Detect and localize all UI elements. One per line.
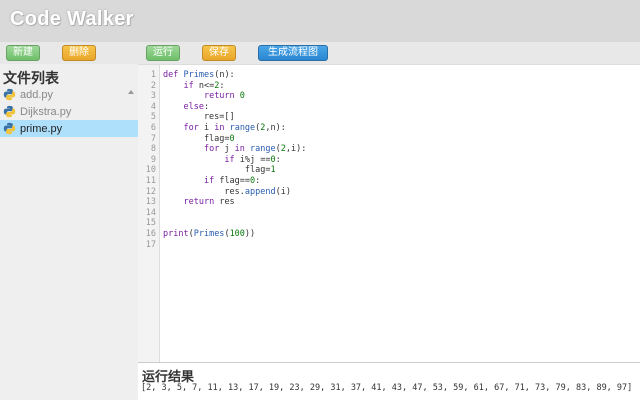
save-button[interactable]: 保存 (202, 45, 236, 61)
line-number: 10 (145, 165, 156, 176)
file-item-prime[interactable]: prime.py (0, 120, 138, 137)
file-name: prime.py (20, 122, 63, 135)
result-output: [2, 3, 5, 7, 11, 13, 17, 19, 23, 29, 31,… (141, 383, 633, 393)
code-line[interactable]: def Primes(n): (163, 70, 235, 80)
code-line[interactable]: res.append(i) (163, 187, 291, 197)
line-number: 5 (150, 112, 156, 123)
generate-flowchart-button[interactable]: 生成流程图 (258, 45, 328, 61)
file-name: Dijkstra.py (20, 105, 72, 118)
code-line[interactable]: flag=1 (163, 165, 276, 175)
delete-file-button[interactable]: 删除 (62, 45, 96, 61)
line-number: 3 (150, 91, 156, 102)
python-icon (3, 122, 16, 135)
line-number: 2 (150, 80, 156, 91)
python-icon (3, 105, 16, 118)
file-item-add[interactable]: add.py (0, 86, 138, 103)
code-line[interactable]: else: (163, 102, 209, 112)
line-number: 14 (145, 207, 156, 218)
line-number: 6 (150, 123, 156, 133)
scroll-up-icon[interactable] (128, 90, 134, 94)
new-file-button[interactable]: 新建 (6, 45, 40, 61)
code-line[interactable]: if n<=2: (163, 81, 224, 91)
line-number: 9 (150, 154, 156, 165)
code-line[interactable]: for j in range(2,i): (163, 144, 306, 154)
line-number: 17 (145, 239, 156, 250)
editor-toolbar: 运行 保存 生成流程图 (138, 42, 640, 64)
left-pane: 新建 删除 文件列表 add.py Dijkstra.py prime.py (0, 42, 138, 400)
line-number: 13 (145, 197, 156, 208)
result-panel: 运行结果 [2, 3, 5, 7, 11, 13, 17, 19, 23, 29… (138, 362, 640, 400)
line-number: 8 (150, 144, 156, 155)
code-line[interactable]: if i%j ==0: (163, 155, 280, 165)
line-number: 16 (145, 229, 156, 239)
line-number: 12 (145, 186, 156, 197)
code-line[interactable]: res=[] (163, 112, 235, 122)
file-name: add.py (20, 88, 54, 101)
line-number: 1 (150, 70, 156, 80)
line-number: 7 (150, 133, 156, 144)
line-number: 15 (145, 218, 156, 229)
file-item-dijkstra[interactable]: Dijkstra.py (0, 103, 138, 120)
code-line[interactable]: print(Primes(100)) (163, 229, 255, 239)
code-line[interactable]: for i in range(2,n): (163, 123, 285, 133)
code-editor[interactable]: 1 2 3 4 5 6 7 8 9 10 11 12 13 14 15 16 17 def Primes(n):… (138, 64, 640, 363)
code-line[interactable]: return 0 (163, 91, 245, 101)
top-bar: Code Walker (0, 0, 640, 42)
line-number: 11 (145, 176, 156, 186)
left-toolbar: 新建 删除 (0, 42, 138, 64)
python-icon (3, 88, 16, 101)
code-line[interactable]: return res (163, 197, 234, 207)
run-button[interactable]: 运行 (146, 45, 180, 61)
app-title: Code Walker (10, 8, 134, 30)
code-line[interactable]: flag=0 (163, 134, 235, 144)
code-line[interactable]: if flag==0: (163, 176, 260, 186)
file-list: add.py Dijkstra.py prime.py (0, 86, 138, 137)
line-number-gutter: 1 2 3 4 5 6 7 8 9 10 11 12 13 14 15 16 17 (138, 65, 160, 363)
file-list-heading: 文件列表 (3, 71, 59, 87)
line-number: 4 (150, 101, 156, 112)
